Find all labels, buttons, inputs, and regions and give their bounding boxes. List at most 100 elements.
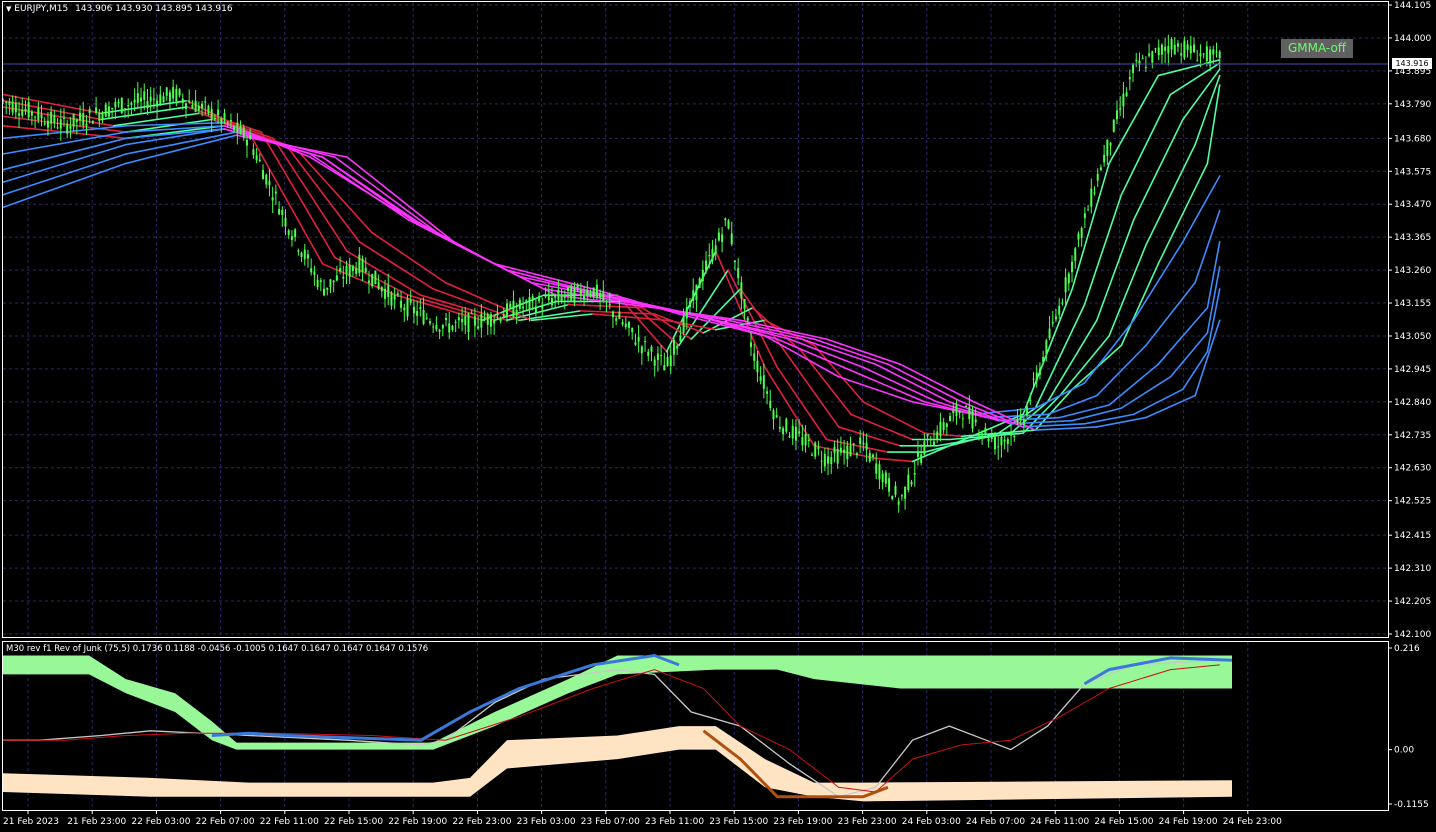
candle-body: [326, 287, 329, 290]
candle-body: [140, 97, 143, 102]
candle-body: [871, 454, 874, 457]
candle-body: [306, 254, 309, 259]
candle-body: [827, 456, 830, 464]
candle-body: [576, 284, 579, 288]
candle-body: [416, 310, 419, 316]
candle-body: [127, 105, 130, 107]
candle-body: [1000, 437, 1003, 446]
candle-body: [660, 355, 663, 357]
candle-body: [72, 113, 75, 127]
candle-body: [496, 314, 499, 316]
collapse-arrow-icon[interactable]: ▼: [6, 5, 11, 13]
price-tick-label: 142.415: [1394, 531, 1431, 541]
candle-body: [445, 317, 448, 321]
price-tick-label: 143.680: [1394, 134, 1431, 144]
candle-body: [422, 309, 425, 324]
candle-body: [1048, 328, 1051, 339]
candle-body: [143, 91, 146, 100]
candle-body: [740, 282, 743, 299]
candle-body: [1016, 418, 1019, 423]
candle-body: [897, 501, 900, 505]
candle-body: [24, 108, 27, 112]
candle-body: [146, 101, 149, 109]
candle-body: [168, 92, 171, 102]
candle-body: [689, 301, 692, 308]
candle-body: [1109, 142, 1112, 146]
candle-body: [1176, 43, 1179, 47]
candle-body: [920, 454, 923, 463]
candle-body: [518, 299, 521, 309]
candle-body: [605, 300, 608, 302]
candle-body: [1032, 378, 1035, 380]
indicator-header: M30 rev f1 Rev of Junk (75,5) 0.1736 0.1…: [6, 644, 429, 654]
candle-body: [1054, 316, 1057, 320]
candle-body: [316, 279, 319, 288]
candle-body: [454, 321, 457, 323]
background: [0, 0, 1436, 832]
candle-body: [637, 336, 640, 342]
candle-body: [717, 232, 720, 241]
candle-body: [265, 174, 268, 185]
candle-body: [1087, 209, 1090, 211]
candle-body: [961, 418, 964, 420]
candle-body: [165, 87, 168, 96]
candle-body: [226, 122, 229, 124]
candle-body: [913, 472, 916, 475]
candle-body: [217, 109, 220, 116]
candle-body: [714, 245, 717, 254]
candle-body: [878, 464, 881, 480]
candle-body: [364, 267, 367, 273]
candle-body: [1189, 45, 1192, 54]
candle-body: [303, 249, 306, 260]
price-tick-label: 144.105: [1394, 1, 1431, 11]
time-tick-label: 22 Feb 03:00: [131, 817, 190, 827]
time-tick-label: 21 Feb 2023: [3, 817, 59, 827]
candle-body: [197, 105, 200, 111]
indicator-tick-label: 0.216: [1394, 644, 1420, 654]
time-tick-label: 23 Feb 15:00: [709, 817, 768, 827]
candle-body: [666, 357, 669, 366]
candle-body: [281, 209, 284, 215]
candle-body: [120, 98, 123, 114]
candle-body: [695, 284, 698, 301]
candle-body: [1164, 46, 1167, 51]
candle-body: [615, 318, 618, 321]
candle-body: [136, 93, 139, 103]
candle-body: [769, 400, 772, 408]
candle-body: [647, 351, 650, 356]
candle-body: [448, 323, 451, 333]
candle-body: [207, 105, 210, 114]
candle-body: [123, 108, 126, 111]
candle-body: [1106, 139, 1109, 156]
candle-body: [589, 294, 592, 296]
candle-body: [18, 113, 21, 116]
candle-body: [855, 453, 858, 456]
candle-body: [464, 316, 467, 326]
candle-body: [663, 365, 666, 371]
candle-body: [586, 289, 589, 296]
candle-body: [21, 109, 24, 116]
candle-body: [213, 118, 216, 120]
candle-body: [390, 292, 393, 306]
candle-body: [775, 415, 778, 418]
candle-body: [313, 271, 316, 275]
candle-body: [1151, 51, 1154, 63]
candle-body: [766, 391, 769, 394]
gmma-toggle-button[interactable]: GMMA-off: [1281, 39, 1353, 58]
candle-body: [374, 270, 377, 285]
candle-body: [746, 317, 749, 321]
candle-body: [345, 265, 348, 275]
price-tick-label: 143.790: [1394, 100, 1431, 110]
candle-body: [624, 323, 627, 328]
candle-body: [130, 102, 133, 105]
candle-body: [932, 441, 935, 446]
candle-body: [894, 485, 897, 495]
candle-body: [502, 314, 505, 318]
candle-body: [1218, 51, 1221, 59]
candle-body: [904, 486, 907, 499]
candle-body: [27, 102, 30, 118]
candle-body: [1212, 49, 1215, 55]
candle-body: [1148, 53, 1151, 56]
candle-body: [85, 123, 88, 127]
candle-body: [149, 96, 152, 102]
